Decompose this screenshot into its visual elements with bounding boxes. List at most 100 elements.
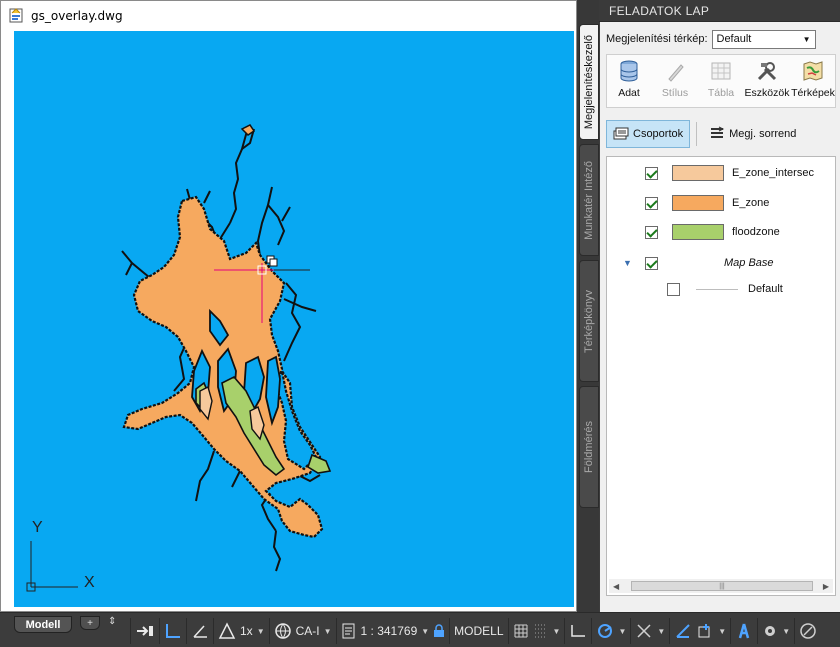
layer-name: E_zone_intersec <box>732 167 814 179</box>
map-drawing: Y X <box>26 124 332 592</box>
style-button[interactable]: Stílus <box>656 59 694 107</box>
display-map-row: Megjelenítési térkép: Default ▼ <box>606 28 836 50</box>
chevron-down-icon: ▼ <box>323 626 332 636</box>
chevron-down-icon: ▼ <box>552 626 561 636</box>
group-row-map-base[interactable]: ▼ Map Base <box>607 251 835 275</box>
annotation-scale-value: 1x <box>240 624 253 638</box>
data-button[interactable]: Adat <box>610 59 648 107</box>
model-space-canvas[interactable]: Y X <box>14 31 574 607</box>
expand-triangle-icon[interactable]: ▼ <box>623 258 637 268</box>
scroll-right-icon[interactable]: ▶ <box>823 582 829 591</box>
tab-map-book[interactable]: Térképkönyv <box>579 260 599 382</box>
layer-style-swatch[interactable] <box>672 224 724 240</box>
chevron-down-icon: ▼ <box>802 34 811 44</box>
scrollbar-thumb[interactable]: ||| <box>631 581 813 591</box>
layer-row-e-zone-intersec[interactable]: E_zone_intersec <box>607 161 835 185</box>
object-snap-tracking-button[interactable]: ▼ <box>630 618 669 644</box>
globe-icon <box>274 622 292 640</box>
tab-map-book-label: Térképkönyv <box>583 289 595 353</box>
annotation-visibility-button[interactable] <box>730 618 757 644</box>
table-button[interactable]: Tábla <box>702 59 740 107</box>
tab-survey[interactable]: Földmérés <box>579 386 599 508</box>
tools-button[interactable]: Eszközök <box>745 59 789 107</box>
ortho-button[interactable] <box>159 618 186 644</box>
maps-button[interactable]: Térképek <box>791 59 835 107</box>
chevron-down-icon: ▼ <box>421 626 430 636</box>
layout-menu-icon[interactable]: ⇕ <box>108 616 116 627</box>
coordinate-system-button[interactable]: CA-I ▼ <box>268 618 336 644</box>
display-map-value: Default <box>716 33 752 45</box>
lock-icon[interactable] <box>433 624 445 638</box>
groups-icon <box>613 126 629 143</box>
annotation-icon <box>735 622 753 640</box>
status-tools: 1x ▼ CA-I ▼ 1 : 341769 ▼ MODELL ▼ ▼ ▼ ▼ … <box>130 617 821 645</box>
task-pane: Megjelenítéskezelő Munkatér Intéző Térké… <box>577 0 840 612</box>
palette-tab-strip: Megjelenítéskezelő Munkatér Intéző Térké… <box>577 0 599 612</box>
ucs-x-label: X <box>84 574 95 591</box>
infer-constraints-button[interactable] <box>564 618 591 644</box>
tools-icon <box>755 59 779 83</box>
group-name: Map Base <box>724 257 774 269</box>
maps-button-label: Térképek <box>791 87 835 99</box>
layer-visibility-checkbox[interactable] <box>645 196 658 210</box>
add-layout-button[interactable]: + <box>80 616 100 630</box>
tab-model-label: Modell <box>25 618 61 631</box>
lineweight-button[interactable]: ▼ <box>669 618 730 644</box>
layer-visibility-checkbox[interactable] <box>667 282 680 296</box>
data-button-label: Adat <box>618 87 640 99</box>
ortho-icon <box>164 622 182 640</box>
layer-style-swatch[interactable] <box>672 195 724 211</box>
display-map-select[interactable]: Default ▼ <box>711 29 816 49</box>
table-icon <box>709 59 733 83</box>
horizontal-scrollbar[interactable]: ◀ ||| ▶ <box>609 579 833 593</box>
grid-button[interactable]: ▼ <box>507 618 565 644</box>
draw-order-view-label: Megj. sorrend <box>729 128 797 140</box>
layer-visibility-checkbox[interactable] <box>645 225 658 239</box>
snap-mode-icon <box>533 623 549 639</box>
isolate-objects-button[interactable] <box>794 618 821 644</box>
workspace-button[interactable]: ▼ <box>757 618 794 644</box>
object-snap-tracking-icon <box>635 622 653 640</box>
model-space-button[interactable]: MODELL <box>449 618 507 644</box>
polar-button[interactable] <box>186 618 213 644</box>
document-tab[interactable]: gs_overlay.dwg <box>1 1 576 31</box>
snap-to-grid-button[interactable] <box>130 618 159 644</box>
layer-row-floodzone[interactable]: floodzone <box>607 220 835 244</box>
palette-title-text: FELADATOK LAP <box>609 3 710 18</box>
layer-style-swatch[interactable] <box>672 165 724 181</box>
chevron-down-icon: ▼ <box>256 626 265 636</box>
polar-tracking-button[interactable]: ▼ <box>591 618 630 644</box>
layer-visibility-checkbox[interactable] <box>645 166 658 180</box>
tab-map-explorer[interactable]: Munkatér Intéző <box>579 144 599 256</box>
polar-icon <box>191 622 209 640</box>
layer-list: E_zone_intersec E_zone floodzone ▼ Map B… <box>606 156 836 596</box>
add-layout-label: + <box>87 617 93 629</box>
view-separator <box>696 122 698 146</box>
groups-view-button[interactable]: Csoportok <box>606 120 691 148</box>
groups-view-label: Csoportok <box>633 128 684 140</box>
tab-survey-label: Földmérés <box>583 421 595 473</box>
chevron-down-icon: ▼ <box>657 626 666 636</box>
layer-row-e-zone[interactable]: E_zone <box>607 191 835 215</box>
layout-tabs: Modell + ⇕ <box>0 613 130 647</box>
ucs-icon <box>26 541 78 592</box>
ucs-y-label: Y <box>32 519 43 536</box>
scroll-left-icon[interactable]: ◀ <box>613 582 619 591</box>
display-manager-toolbar: Adat Stílus Tábla Eszközök Térképek <box>606 54 836 108</box>
model-space-label: MODELL <box>454 624 504 638</box>
display-manager-panel: Megjelenítési térkép: Default ▼ Adat Stí… <box>600 22 840 612</box>
snap-icon <box>135 622 155 640</box>
group-visibility-checkbox[interactable] <box>645 256 658 270</box>
infer-icon <box>569 623 587 639</box>
layer-row-default[interactable]: Default <box>607 277 835 301</box>
dynamic-ucs-icon <box>696 622 714 640</box>
lineweight-icon <box>674 622 692 640</box>
layer-name: floodzone <box>732 226 780 238</box>
drawing-window: gs_overlay.dwg Y X <box>0 0 577 612</box>
tab-model[interactable]: Modell <box>14 616 72 633</box>
scale-button[interactable]: 1 : 341769 ▼ <box>335 618 450 644</box>
scale-icon <box>341 622 357 640</box>
tab-display-manager[interactable]: Megjelenítéskezelő <box>579 24 599 140</box>
draw-order-view-button[interactable]: Megj. sorrend <box>703 120 802 148</box>
isodraft-button[interactable]: 1x ▼ <box>213 618 269 644</box>
